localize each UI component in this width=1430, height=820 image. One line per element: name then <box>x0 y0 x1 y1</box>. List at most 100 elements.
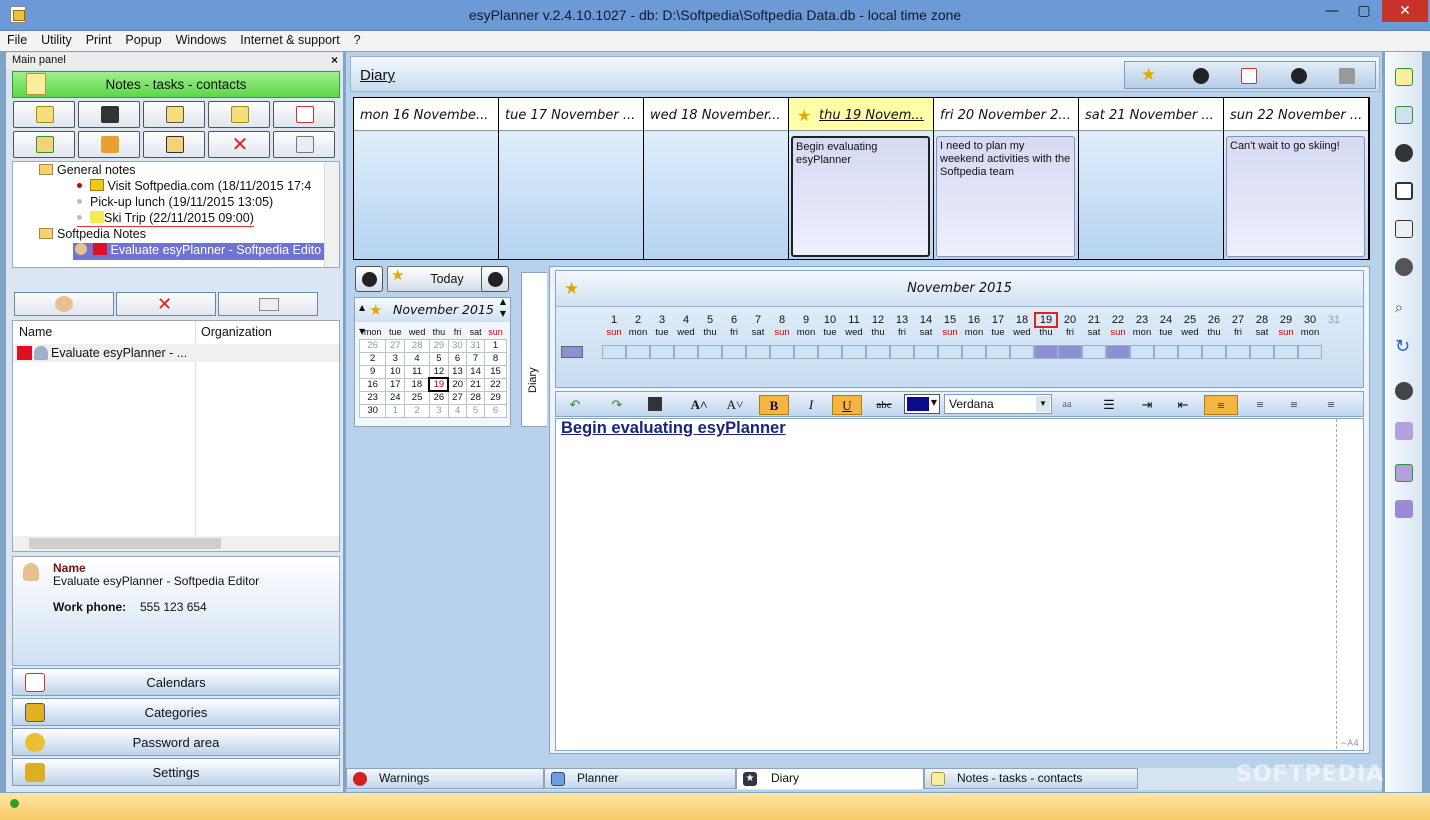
align-right-icon[interactable]: ≡ <box>1283 395 1305 415</box>
month-day-cell[interactable] <box>866 345 890 359</box>
font-grow-icon[interactable]: A˄ <box>688 395 710 415</box>
month-day-number[interactable]: 31 <box>1322 314 1346 326</box>
previous-icon[interactable] <box>1193 68 1209 84</box>
calendar-day[interactable]: 3 <box>428 403 449 418</box>
day-body[interactable] <box>354 132 498 259</box>
italic-button[interactable]: I <box>800 395 822 415</box>
nav-password-area[interactable]: Password area <box>12 728 340 756</box>
month-day-number[interactable]: 27 <box>1226 314 1250 326</box>
card-icon[interactable] <box>1395 220 1413 238</box>
day-column-sat[interactable]: sat 21 November ... <box>1079 98 1223 259</box>
add-table-icon[interactable] <box>1395 106 1413 124</box>
save-note-button[interactable] <box>78 101 140 128</box>
month-day-number[interactable]: 13 <box>890 314 914 326</box>
scrollbar-thumb[interactable] <box>29 538 221 549</box>
day-body[interactable]: Can't wait to go skiing! <box>1224 132 1368 259</box>
font-select[interactable]: Verdana ▼ <box>944 394 1052 414</box>
bullet-list-icon[interactable]: ☰ <box>1098 395 1120 415</box>
calendar-day[interactable]: 27 <box>385 338 406 353</box>
tree-note-pick-up-lunch[interactable]: Pick-up lunch (19/11/2015 13:05) <box>77 195 273 211</box>
tree-note-visit-softpedia[interactable]: Visit Softpedia.com (18/11/2015 17:4 <box>77 179 311 195</box>
month-day-number[interactable]: 26 <box>1202 314 1226 326</box>
printer-icon[interactable] <box>1339 68 1355 84</box>
month-day-number[interactable]: 25 <box>1178 314 1202 326</box>
stack-icon[interactable] <box>1395 422 1413 440</box>
month-day-cell[interactable] <box>746 345 770 359</box>
month-day-number[interactable]: 24 <box>1154 314 1178 326</box>
minimize-button[interactable]: — <box>1318 0 1346 22</box>
calendar-day[interactable]: 1 <box>385 403 406 418</box>
menu-windows[interactable]: Windows <box>169 31 234 51</box>
star-icon[interactable]: ★ <box>564 271 579 307</box>
menu-help[interactable]: ? <box>347 31 368 51</box>
month-day-cell[interactable] <box>1082 345 1106 359</box>
add-note-button[interactable] <box>13 101 75 128</box>
next-week-button[interactable] <box>481 266 509 292</box>
month-day-number[interactable]: 22 <box>1106 314 1130 326</box>
day-body[interactable] <box>644 132 788 259</box>
calendar-day[interactable]: 17 <box>385 377 406 392</box>
indent-icon[interactable]: ⇥ <box>1136 395 1158 415</box>
editor-content[interactable]: Begin evaluating esyPlanner <box>561 419 786 438</box>
main-panel-close-button[interactable]: × <box>331 53 338 67</box>
calendar-day[interactable]: 30 <box>358 403 387 418</box>
diary-note[interactable]: Can't wait to go skiing! <box>1226 136 1365 257</box>
month-day-cell[interactable] <box>1130 345 1154 359</box>
day-header[interactable]: wed 18 November... <box>644 98 788 131</box>
day-body[interactable] <box>499 132 643 259</box>
calendar-day[interactable]: 26 <box>358 338 387 353</box>
month-day-number[interactable]: 8 <box>770 314 794 326</box>
month-day-number[interactable]: 14 <box>914 314 938 326</box>
month-day-number[interactable]: 12 <box>866 314 890 326</box>
calendar-day[interactable]: 29 <box>428 338 449 353</box>
month-day-number[interactable]: 18 <box>1010 314 1034 326</box>
column-header-organization[interactable]: Organization <box>201 325 272 339</box>
calendar-day[interactable]: 20 <box>447 377 468 392</box>
star-icon[interactable]: ★ <box>1141 65 1157 85</box>
calendar-day[interactable]: 6 <box>447 351 468 366</box>
calendar-day[interactable]: 5 <box>428 351 449 366</box>
month-day-number[interactable]: 28 <box>1250 314 1274 326</box>
calendar-day[interactable]: 3 <box>385 351 406 366</box>
day-column-sun[interactable]: sun 22 November ... Can't wait to go skii… <box>1224 98 1368 259</box>
align-center-icon[interactable]: ≡ <box>1249 395 1271 415</box>
month-day-cell[interactable] <box>1034 345 1058 359</box>
day-header[interactable]: sat 21 November ... <box>1079 98 1223 131</box>
text-color-picker[interactable]: ▼ <box>904 394 940 414</box>
delete-contact-button[interactable]: ✕ <box>116 292 216 316</box>
bold-button[interactable]: B <box>759 395 789 415</box>
previous-week-button[interactable] <box>355 266 383 292</box>
day-header[interactable]: tue 17 November ... <box>499 98 643 131</box>
notes-tasks-contacts-header[interactable]: Notes - tasks - contacts <box>12 71 340 98</box>
restore-button[interactable]: ▢ <box>1350 0 1378 22</box>
table-row[interactable]: Evaluate esyPlanner - ... <box>13 344 339 362</box>
calendar-day-today[interactable]: 19 <box>428 377 450 392</box>
tab-warnings[interactable]: Warnings <box>346 768 544 789</box>
save-icon[interactable] <box>644 395 666 415</box>
month-day-cell[interactable] <box>914 345 938 359</box>
copy-note-button[interactable] <box>208 101 270 128</box>
calendar-day[interactable]: 18 <box>404 377 430 392</box>
add-contact-button[interactable] <box>14 292 114 316</box>
menu-file[interactable]: File <box>0 31 34 51</box>
month-day-cell[interactable] <box>986 345 1010 359</box>
calendar-day[interactable]: 15 <box>484 364 507 379</box>
day-header-today[interactable]: ★ thu 19 Novem... <box>789 98 933 131</box>
align-left-button[interactable]: ≡ <box>1204 395 1238 415</box>
contact-email-button[interactable] <box>218 292 318 316</box>
day-body[interactable]: Begin evaluating esyPlanner <box>789 132 933 259</box>
month-day-cell[interactable] <box>1226 345 1250 359</box>
month-day-cell[interactable] <box>1250 345 1274 359</box>
day-header[interactable]: fri 20 November 2... <box>934 98 1078 131</box>
day-header[interactable]: mon 16 Novembe... <box>354 98 498 131</box>
menu-utility[interactable]: Utility <box>34 31 79 51</box>
add-note-icon[interactable] <box>1395 68 1413 86</box>
calendar-day[interactable]: 13 <box>447 364 468 379</box>
calendar-day[interactable]: 10 <box>385 364 406 379</box>
month-day-cell[interactable] <box>1154 345 1178 359</box>
tab-diary[interactable]: ★ Diary <box>736 768 924 789</box>
media-icon[interactable] <box>1395 382 1413 400</box>
month-day-cell[interactable] <box>938 345 962 359</box>
month-day-number[interactable]: 4 <box>674 314 698 326</box>
calendar-day[interactable]: 24 <box>385 390 406 405</box>
